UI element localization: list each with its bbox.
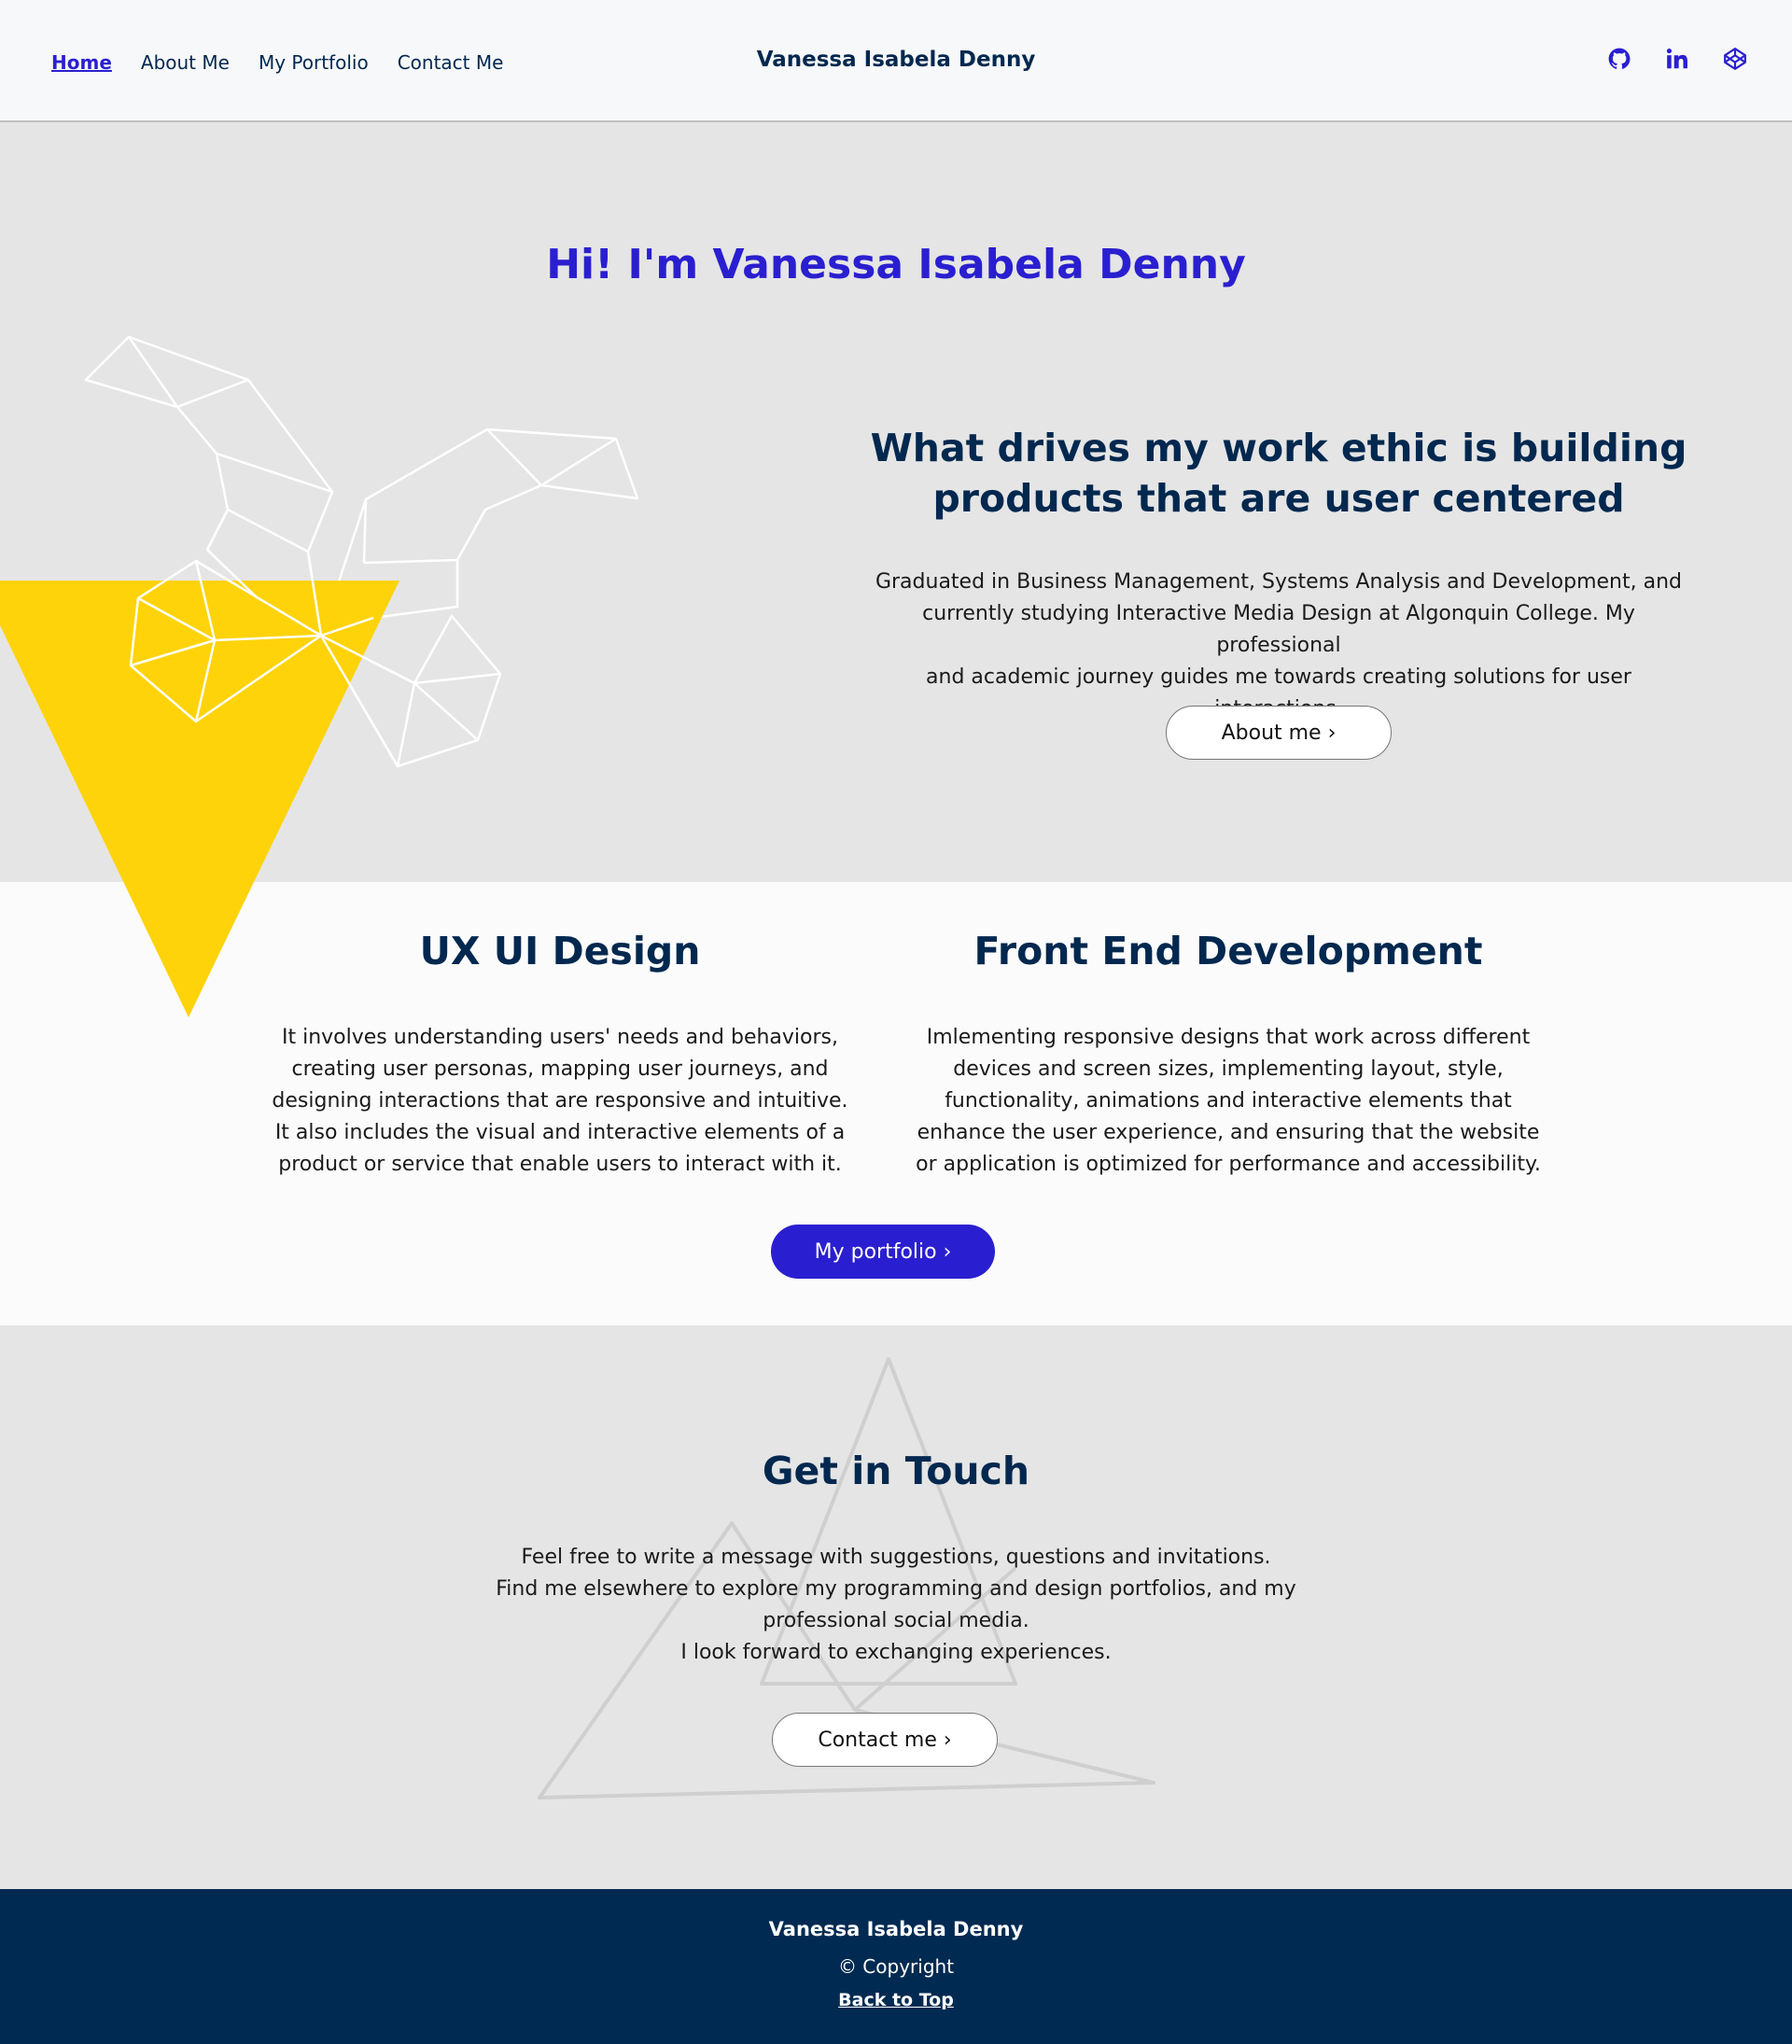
ux-line: It involves understanding users' needs a… xyxy=(281,1026,838,1049)
contact-section: Get in Touch Feel free to write a messag… xyxy=(0,1325,1792,1889)
contact-line: I look forward to exchanging experiences… xyxy=(680,1641,1112,1664)
ux-line: It also includes the visual and interact… xyxy=(274,1121,846,1144)
contact-description: Feel free to write a message with sugges… xyxy=(0,1542,1792,1669)
geometric-bird-overlay xyxy=(129,509,415,767)
drive-heading-line-1: What drives my work ethic is building xyxy=(870,426,1687,470)
ux-line: product or service that enable users to … xyxy=(278,1153,842,1176)
site-footer: Vanessa Isabela Denny © Copyright Back t… xyxy=(0,1889,1792,2044)
drive-heading-line-2: products that are user centered xyxy=(932,476,1625,521)
ux-line: designing interactions that are responsi… xyxy=(272,1089,848,1113)
my-portfolio-button[interactable]: My portfolio › xyxy=(771,1225,995,1279)
front-end-development-description: Imlementing responsive designs that work… xyxy=(902,1022,1555,1181)
drive-heading: What drives my work ethic is building pr… xyxy=(859,423,1699,524)
drive-description-line-1: Graduated in Business Management, System… xyxy=(875,570,1683,594)
codepen-icon[interactable] xyxy=(1721,45,1749,73)
fe-line: or application is optimized for performa… xyxy=(916,1153,1541,1176)
contact-title: Get in Touch xyxy=(762,1449,1030,1493)
drive-description: Graduated in Business Management, System… xyxy=(868,567,1689,725)
linkedin-icon[interactable] xyxy=(1663,45,1691,73)
back-to-top-link[interactable]: Back to Top xyxy=(0,1990,1792,2010)
fe-line: enhance the user experience, and ensurin… xyxy=(917,1121,1540,1144)
contact-line: professional social media. xyxy=(763,1609,1029,1632)
contact-line: Feel free to write a message with sugges… xyxy=(521,1546,1271,1569)
drive-description-line-2: currently studying Interactive Media Des… xyxy=(922,602,1635,657)
ux-ui-design-description: It involves understanding users' needs a… xyxy=(271,1022,849,1181)
social-links xyxy=(1605,45,1749,73)
footer-copyright: © Copyright xyxy=(837,1955,955,1978)
footer-brand: Vanessa Isabela Denny xyxy=(768,1918,1024,1940)
about-me-button[interactable]: About me › xyxy=(1166,706,1392,760)
front-end-development-title: Front End Development xyxy=(973,929,1483,973)
fe-line: devices and screen sizes, implementing l… xyxy=(953,1057,1504,1081)
contact-line: Find me elsewhere to explore my programm… xyxy=(496,1577,1296,1601)
contact-me-button[interactable]: Contact me › xyxy=(772,1713,998,1767)
ux-line: creating user personas, mapping user jou… xyxy=(291,1057,829,1081)
fe-line: functionality, animations and interactiv… xyxy=(945,1089,1512,1113)
github-icon[interactable] xyxy=(1605,45,1633,73)
fe-line: Imlementing responsive designs that work… xyxy=(926,1026,1531,1049)
